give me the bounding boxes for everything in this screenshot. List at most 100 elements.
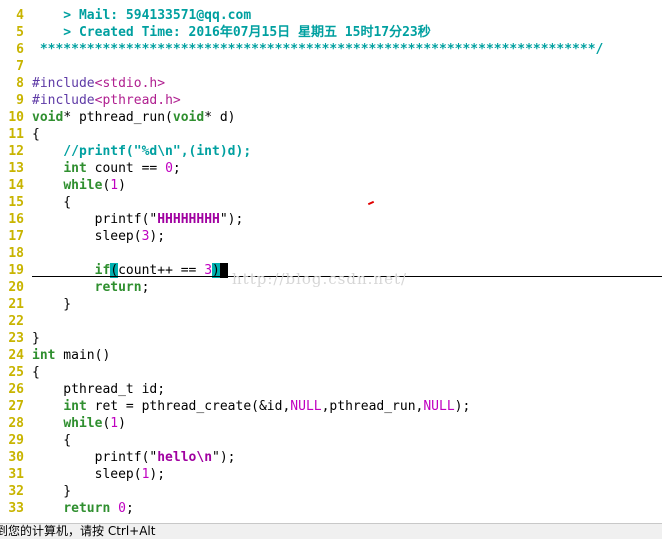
- line-code: while(1): [32, 177, 126, 194]
- line-number: 22: [8, 314, 24, 329]
- code-token: ;: [125, 501, 134, 516]
- code-token: <stdio.h>: [94, 76, 166, 91]
- line-code: > Mail: 594133571@qq.com: [32, 7, 251, 24]
- line-code: //printf("%d\n",(int)d);: [32, 143, 251, 160]
- line-code: }: [32, 330, 40, 347]
- line-number: 9: [16, 93, 24, 108]
- line-code: {: [32, 194, 71, 211]
- line-code: printf("hello\n");: [32, 449, 236, 466]
- code-line[interactable]: 16 printf("HHHHHHHH");: [0, 211, 662, 228]
- code-token: }: [32, 484, 72, 499]
- code-token: }: [32, 297, 72, 312]
- code-line[interactable]: 5 > Created Time: 2016年07月15日 星期五 15时17分…: [0, 24, 662, 41]
- code-line[interactable]: 12 //printf("%d\n",(int)d);: [0, 143, 662, 160]
- line-number: 5: [16, 25, 24, 40]
- line-number: 24: [8, 348, 24, 363]
- code-token: printf(": [32, 450, 158, 465]
- code-line[interactable]: 29 {: [0, 432, 662, 449]
- code-token: int: [63, 161, 87, 176]
- code-line[interactable]: 7: [0, 58, 662, 75]
- line-number: 26: [8, 382, 24, 397]
- line-number: 30: [8, 450, 24, 465]
- code-line[interactable]: 21 }: [0, 296, 662, 313]
- line-number: 29: [8, 433, 24, 448]
- line-number: 23: [8, 331, 24, 346]
- line-code: while(1): [32, 415, 126, 432]
- code-line[interactable]: 11 {: [0, 126, 662, 143]
- line-code: int main(): [32, 347, 110, 364]
- line-number: 21: [8, 297, 24, 312]
- line-code: void* pthread_run(void* d): [32, 109, 236, 126]
- code-line[interactable]: 24 int main(): [0, 347, 662, 364]
- line-number: 31: [8, 467, 24, 482]
- code-token: sleep(: [32, 467, 142, 482]
- line-code: {: [32, 364, 40, 381]
- code-token: ;: [141, 280, 150, 295]
- code-line[interactable]: 9 #include<pthread.h>: [0, 92, 662, 109]
- code-token: return: [63, 501, 111, 516]
- code-line[interactable]: 31 sleep(1);: [0, 466, 662, 483]
- code-line[interactable]: 8 #include<stdio.h>: [0, 75, 662, 92]
- code-token: {: [32, 195, 72, 210]
- code-line[interactable]: 30 printf("hello\n");: [0, 449, 662, 466]
- code-token: 0: [118, 501, 126, 516]
- code-token: HHHHHHHH: [157, 212, 220, 227]
- code-token: void: [172, 110, 205, 125]
- code-line[interactable]: 14 while(1): [0, 177, 662, 194]
- code-token: void: [32, 110, 64, 125]
- line-number: 14: [8, 178, 24, 193]
- code-line[interactable]: 27 int ret = pthread_create(&id,NULL,pth…: [0, 398, 662, 415]
- line-code: > Created Time: 2016年07月15日 星期五 15时17分23…: [32, 24, 430, 41]
- code-line[interactable]: 13 int count == 0;: [0, 160, 662, 177]
- code-token: #include: [32, 76, 95, 91]
- line-number: 12: [8, 144, 24, 159]
- line-number: 17: [8, 229, 24, 244]
- code-line[interactable]: 10 void* pthread_run(void* d): [0, 109, 662, 126]
- line-code: pthread_t id;: [32, 381, 165, 398]
- code-token: * d): [204, 110, 236, 125]
- code-line[interactable]: 15 {: [0, 194, 662, 211]
- blog-watermark: http://blog.csdn.net/: [232, 270, 408, 288]
- code-token: );: [454, 399, 471, 414]
- line-code: sleep(1);: [32, 466, 165, 483]
- line-code: printf("HHHHHHHH");: [32, 211, 244, 228]
- code-token: hello\n: [157, 450, 213, 465]
- code-token: }: [32, 331, 40, 346]
- line-code: ****************************************…: [32, 41, 604, 58]
- code-line[interactable]: 6 **************************************…: [0, 41, 662, 58]
- code-line[interactable]: 23}: [0, 330, 662, 347]
- code-line[interactable]: 33 return 0;: [0, 500, 662, 517]
- code-token: > Mail: 594133571@qq.com: [32, 8, 252, 23]
- code-line[interactable]: 26 pthread_t id;: [0, 381, 662, 398]
- code-line[interactable]: 22: [0, 313, 662, 330]
- code-editor[interactable]: 4 > Mail: 594133571@qq.com 5 > Created Ti…: [0, 0, 662, 520]
- code-line[interactable]: 18: [0, 245, 662, 262]
- line-code: {: [32, 432, 71, 449]
- code-token: ;: [172, 161, 181, 176]
- code-token: count ==: [86, 161, 166, 176]
- code-line[interactable]: 25 {: [0, 364, 662, 381]
- code-line[interactable]: 28 while(1): [0, 415, 662, 432]
- code-token: ret = pthread_create(&id,: [86, 399, 291, 414]
- line-number: 6: [16, 42, 24, 57]
- code-token: * pthread_run(: [63, 110, 173, 125]
- code-line[interactable]: 32 }: [0, 483, 662, 500]
- code-token: 1: [110, 416, 119, 431]
- line-code: {: [32, 126, 40, 143]
- line-number: 16: [8, 212, 24, 227]
- line-number: 13: [8, 161, 24, 176]
- code-token: 0: [165, 161, 173, 176]
- code-token: int: [63, 399, 87, 414]
- line-number: 15: [8, 195, 24, 210]
- line-code: return 0;: [32, 500, 134, 517]
- code-token: int: [32, 348, 56, 363]
- code-line[interactable]: 4 > Mail: 594133571@qq.com: [0, 7, 662, 24]
- code-line[interactable]: 17 sleep(3);: [0, 228, 662, 245]
- line-code: sleep(3);: [32, 228, 165, 245]
- code-token: );: [149, 467, 166, 482]
- code-token: NULL: [423, 399, 455, 414]
